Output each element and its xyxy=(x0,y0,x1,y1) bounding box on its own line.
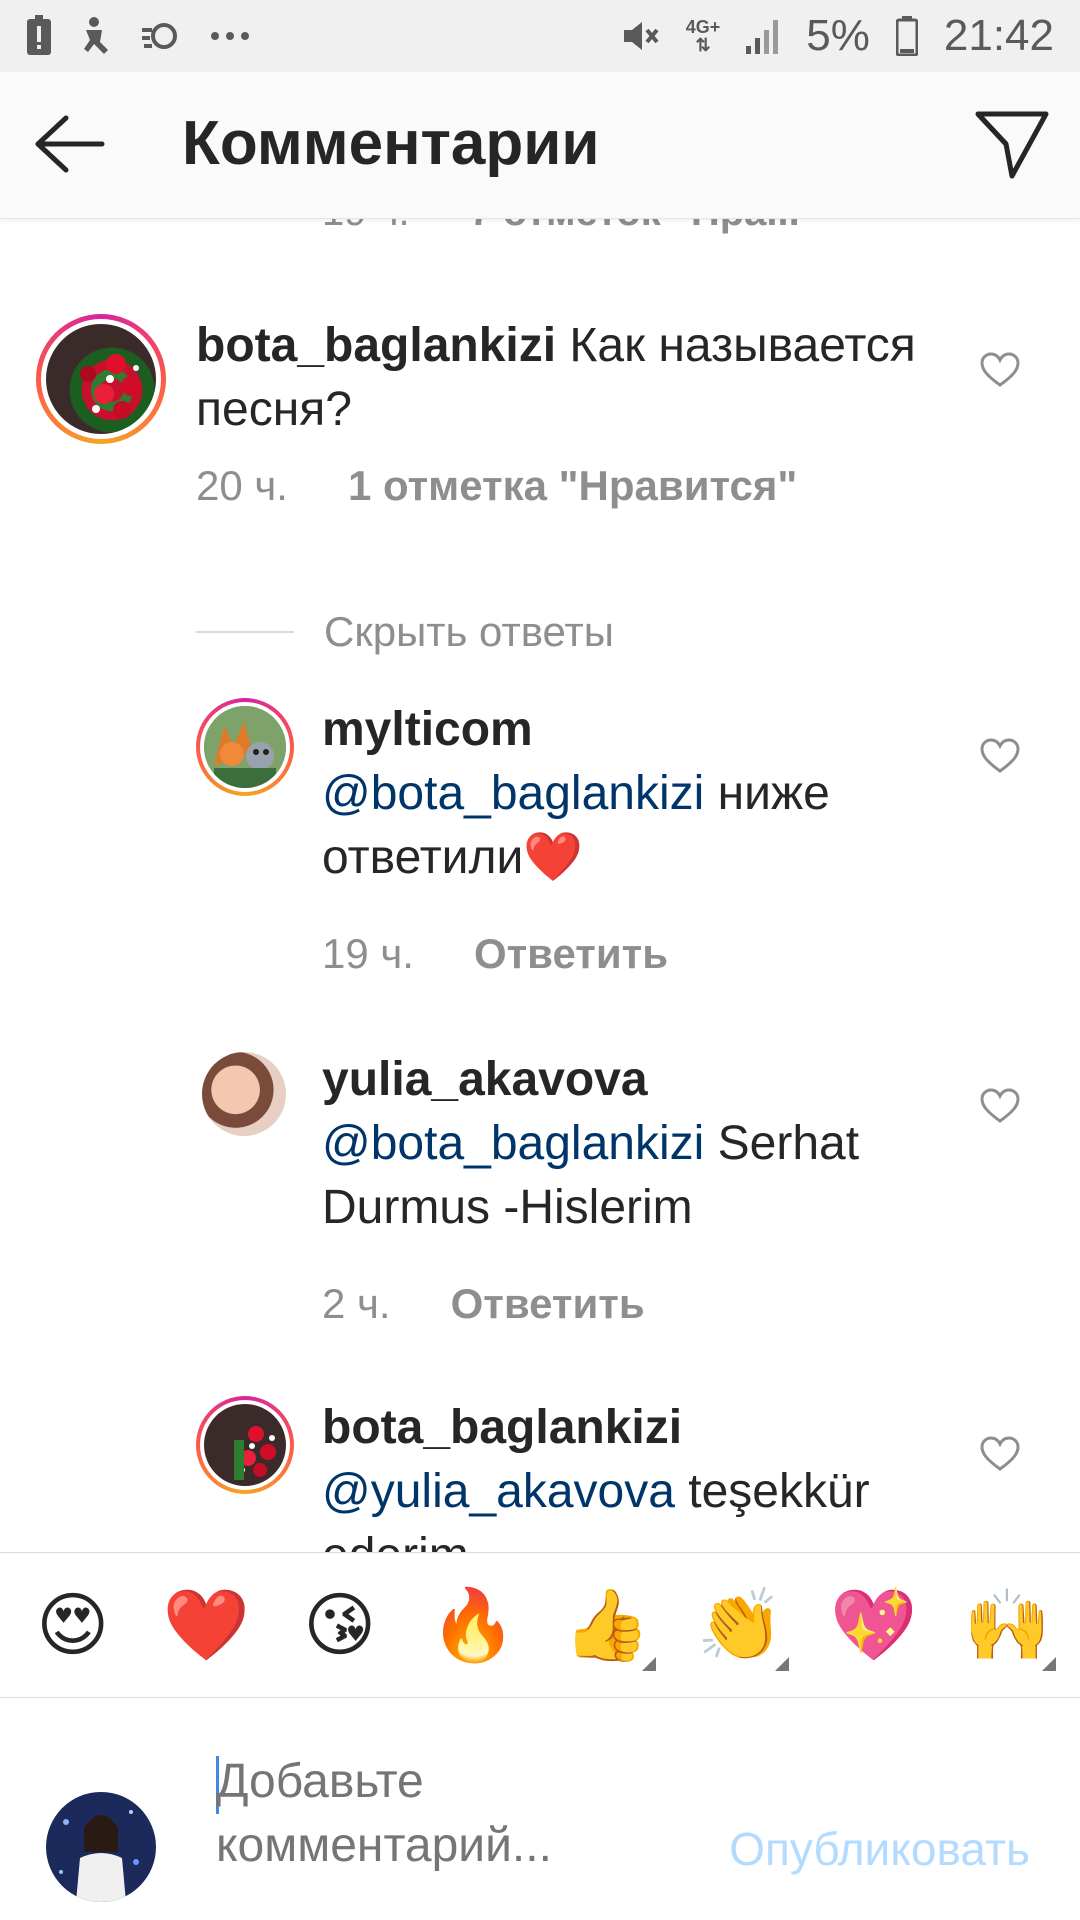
paper-plane-icon[interactable] xyxy=(972,106,1052,182)
user-avatar-image xyxy=(46,1792,156,1902)
mention-link[interactable]: @yulia_akavova xyxy=(322,1465,675,1518)
avatar[interactable] xyxy=(196,1396,294,1494)
avatar-border xyxy=(200,1400,290,1490)
skin-tone-indicator-icon xyxy=(1042,1657,1057,1671)
like-button[interactable] xyxy=(980,738,1020,774)
reply-body: bota_baglankizi @yulia_akavova teşekkür … xyxy=(322,1396,982,1552)
reply-username[interactable]: mylticom xyxy=(322,698,982,762)
status-right: 4G+ ⇅ 5% 21:42 xyxy=(620,11,1054,61)
comments-list[interactable]: 19 ч. 7 отметок "Нра... bota_baglankizi … xyxy=(0,218,1080,1552)
accessibility-icon xyxy=(78,11,114,61)
skin-tone-indicator-icon xyxy=(641,1657,656,1671)
emoji-raised-hands[interactable]: 🙌 xyxy=(964,1584,1051,1666)
avatar-border xyxy=(200,702,290,792)
share-button[interactable] xyxy=(972,106,1052,182)
status-bar: 4G+ ⇅ 5% 21:42 xyxy=(0,0,1080,72)
avatar-image xyxy=(46,324,156,434)
previous-comment-meta: 19 ч. 7 отметок "Нра... xyxy=(322,218,800,235)
emoji-clap-wrap[interactable]: 👏 xyxy=(685,1584,795,1671)
heart-icon[interactable] xyxy=(980,1436,1020,1472)
roses-pattern xyxy=(80,354,141,419)
heart-icon[interactable] xyxy=(980,1088,1020,1124)
comment-input[interactable] xyxy=(216,1750,636,1890)
comment-meta: 20 ч. 1 отметка "Нравится" xyxy=(196,462,797,510)
data-arrows-icon: ⇅ xyxy=(695,35,711,55)
emoji-clap[interactable]: 👏 xyxy=(697,1584,784,1666)
emoji-red-heart[interactable]: ❤️ xyxy=(151,1585,261,1665)
status-left xyxy=(26,11,250,61)
roses-pattern xyxy=(234,1426,276,1480)
reply-body: yulia_akavova @bota_baglankizi Serhat Du… xyxy=(322,1048,982,1240)
reply-body: mylticom @bota_baglankizi ниже ответили❤… xyxy=(322,698,982,890)
more-dots-icon xyxy=(210,11,250,61)
like-button[interactable] xyxy=(980,1088,1020,1124)
emoji-kiss[interactable]: 😘 xyxy=(285,1585,395,1665)
avatar[interactable] xyxy=(36,314,166,444)
skin-tone-indicator-icon xyxy=(775,1657,790,1671)
battery-percent: 5% xyxy=(806,11,870,60)
header: Комментарии xyxy=(0,72,1080,219)
cartoon-pattern xyxy=(204,706,286,788)
arrow-left-icon[interactable] xyxy=(30,108,110,180)
reply-time: 2 ч. xyxy=(322,1280,391,1327)
avatar xyxy=(46,1792,156,1902)
signal-icon xyxy=(746,11,780,61)
reply-username[interactable]: bota_baglankizi xyxy=(322,1396,982,1460)
comment-body: bota_baglankizi Как называется песня? xyxy=(196,314,956,442)
publish-button[interactable]: Опубликовать xyxy=(729,1822,1030,1876)
comment-composer: Опубликовать xyxy=(0,1698,1080,1920)
like-button[interactable] xyxy=(980,1436,1020,1472)
reply-meta: 2 ч. Ответить xyxy=(322,1280,645,1328)
mention-link[interactable]: @bota_baglankizi xyxy=(322,1117,704,1170)
heart-icon[interactable] xyxy=(980,738,1020,774)
emoji-quick-bar: 😍 ❤️ 😘 🔥 👍 👏 💖 🙌 xyxy=(0,1552,1080,1698)
heart-icon[interactable] xyxy=(980,352,1020,388)
comment-time: 19 ч. xyxy=(322,218,410,235)
emoji-sparkling-heart[interactable]: 💖 xyxy=(819,1585,929,1665)
avatar[interactable] xyxy=(196,698,294,796)
battery-icon xyxy=(895,11,918,61)
mention-link[interactable]: @bota_baglankizi xyxy=(322,767,704,820)
emoji-thumbs-up[interactable]: 👍 xyxy=(563,1584,650,1666)
mute-icon xyxy=(620,11,660,61)
likes-count[interactable]: 1 отметка "Нравится" xyxy=(348,462,797,510)
avatar-image xyxy=(204,706,286,788)
comment-username[interactable]: bota_baglankizi xyxy=(196,319,556,372)
hide-replies-label[interactable]: Скрыть ответы xyxy=(324,608,614,656)
reply-meta: 19 ч. Ответить xyxy=(322,930,668,978)
avatar[interactable] xyxy=(202,1052,286,1136)
page-title: Комментарии xyxy=(182,109,600,178)
reply-button[interactable]: Ответить xyxy=(451,1280,645,1328)
reply-time: 19 ч. xyxy=(322,930,414,977)
divider xyxy=(196,631,294,633)
back-button[interactable] xyxy=(30,108,110,180)
clock: 21:42 xyxy=(943,11,1054,60)
reply-username[interactable]: yulia_akavova xyxy=(322,1048,982,1112)
likes-count[interactable]: 7 отметок "Нра... xyxy=(470,218,800,235)
emoji-fire[interactable]: 🔥 xyxy=(418,1585,528,1665)
alert-icon xyxy=(26,11,52,61)
emoji-raised-hands-wrap[interactable]: 🙌 xyxy=(952,1584,1062,1671)
emoji-heart-eyes[interactable]: 😍 xyxy=(18,1585,128,1665)
network-type: 4G+ ⇅ xyxy=(685,17,721,55)
like-button[interactable] xyxy=(980,352,1020,388)
emoji-thumbs-up-wrap[interactable]: 👍 xyxy=(552,1584,662,1671)
sync-icon xyxy=(140,11,184,61)
reply-button[interactable]: Ответить xyxy=(474,930,668,978)
hide-replies-toggle[interactable]: Скрыть ответы xyxy=(196,608,614,656)
avatar-image xyxy=(204,1404,286,1486)
comment-time: 20 ч. xyxy=(196,462,288,509)
avatar-border xyxy=(41,319,161,439)
